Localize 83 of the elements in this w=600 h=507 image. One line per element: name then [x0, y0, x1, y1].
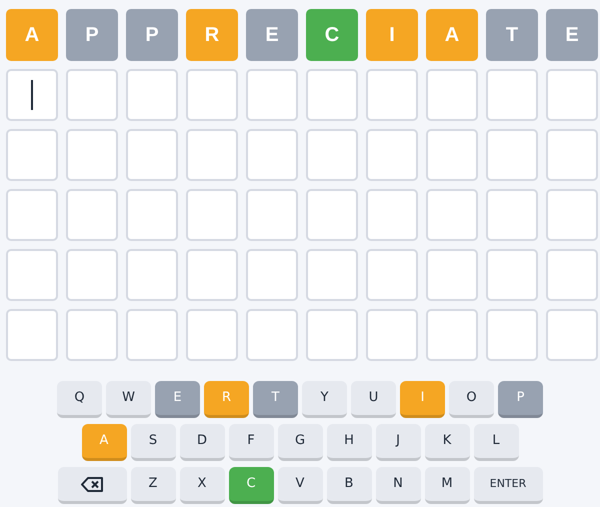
empty-tile[interactable] [66, 309, 118, 361]
keyboard-key[interactable]: X [180, 467, 224, 504]
empty-tile[interactable] [66, 69, 118, 121]
empty-tile[interactable] [186, 69, 238, 121]
letter-tile: P [66, 9, 118, 61]
keyboard-key[interactable]: Y [302, 381, 347, 418]
empty-tile[interactable] [6, 69, 58, 121]
empty-tile[interactable] [486, 249, 538, 301]
letter-tile: P [126, 9, 178, 61]
keyboard-key[interactable]: J [376, 424, 420, 461]
letter-tile: E [246, 9, 298, 61]
letter-tile: A [426, 9, 478, 61]
keyboard-key[interactable]: U [351, 381, 396, 418]
keyboard-key[interactable]: F [228, 424, 274, 461]
empty-tile[interactable] [306, 69, 358, 121]
empty-tile[interactable] [66, 249, 118, 301]
empty-tile[interactable] [126, 189, 178, 241]
letter-tile: E [546, 9, 598, 61]
empty-tile[interactable] [366, 129, 418, 181]
empty-tile[interactable] [426, 189, 478, 241]
keyboard-key[interactable]: G [278, 424, 322, 461]
keyboard-key[interactable]: Q [57, 381, 102, 418]
empty-tile[interactable] [186, 189, 238, 241]
empty-tile[interactable] [186, 309, 238, 361]
empty-tile[interactable] [126, 249, 178, 301]
empty-tile[interactable] [66, 129, 118, 181]
empty-tile[interactable] [306, 189, 358, 241]
empty-tile[interactable] [6, 249, 58, 301]
keyboard-key[interactable]: M [424, 467, 470, 504]
empty-tile[interactable] [246, 69, 298, 121]
empty-tile[interactable] [246, 129, 298, 181]
backspace-icon [81, 476, 103, 492]
empty-tile[interactable] [366, 249, 418, 301]
letter-tile: C [306, 9, 358, 61]
empty-tile[interactable] [66, 189, 118, 241]
keyboard-key[interactable]: O [449, 381, 494, 418]
keyboard-key[interactable]: H [326, 424, 372, 461]
empty-tile[interactable] [246, 309, 298, 361]
keyboard-key[interactable]: D [180, 424, 224, 461]
letter-tile: I [366, 9, 418, 61]
empty-tile[interactable] [426, 249, 478, 301]
empty-tile[interactable] [126, 69, 178, 121]
empty-tile[interactable] [246, 189, 298, 241]
empty-tile[interactable] [426, 69, 478, 121]
enter-key[interactable]: ENTER [474, 467, 542, 504]
keyboard-key[interactable]: B [326, 467, 372, 504]
empty-tile[interactable] [486, 309, 538, 361]
empty-tile[interactable] [426, 309, 478, 361]
letter-tile: T [486, 9, 538, 61]
letter-tile: A [6, 9, 58, 61]
empty-tile[interactable] [486, 189, 538, 241]
empty-tile[interactable] [486, 69, 538, 121]
empty-tile[interactable] [306, 249, 358, 301]
empty-tile[interactable] [186, 249, 238, 301]
empty-tile[interactable] [6, 129, 58, 181]
empty-tile[interactable] [486, 129, 538, 181]
keyboard-key[interactable]: Z [130, 467, 176, 504]
empty-tile[interactable] [306, 129, 358, 181]
keyboard-key[interactable]: S [130, 424, 176, 461]
keyboard-key[interactable]: N [376, 467, 420, 504]
empty-tile[interactable] [246, 249, 298, 301]
empty-tile[interactable] [126, 129, 178, 181]
empty-tile[interactable] [426, 129, 478, 181]
empty-tile[interactable] [546, 309, 598, 361]
empty-tile[interactable] [366, 309, 418, 361]
empty-tile[interactable] [366, 69, 418, 121]
keyboard-key[interactable]: V [278, 467, 322, 504]
letter-tile: R [186, 9, 238, 61]
empty-tile[interactable] [366, 189, 418, 241]
backspace-key[interactable] [58, 467, 126, 504]
keyboard-key[interactable]: K [424, 424, 470, 461]
empty-tile[interactable] [6, 309, 58, 361]
empty-tile[interactable] [546, 249, 598, 301]
empty-tile[interactable] [546, 189, 598, 241]
empty-tile[interactable] [546, 129, 598, 181]
keyboard-key[interactable]: L [474, 424, 518, 461]
keyboard-key[interactable]: W [106, 381, 151, 418]
empty-tile[interactable] [126, 309, 178, 361]
empty-tile[interactable] [546, 69, 598, 121]
text-cursor-icon [31, 80, 33, 110]
empty-tile[interactable] [186, 129, 238, 181]
empty-tile[interactable] [6, 189, 58, 241]
empty-tile[interactable] [306, 309, 358, 361]
